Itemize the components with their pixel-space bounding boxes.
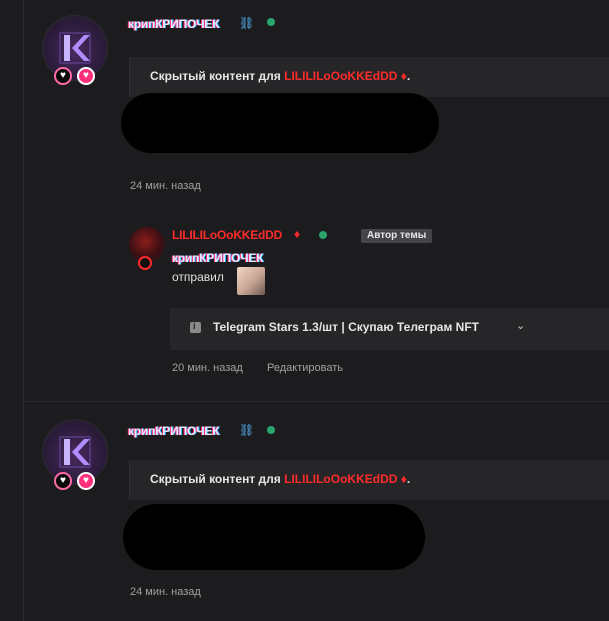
username[interactable]: крипКРИПОЧЕК xyxy=(128,424,219,438)
link-title[interactable]: Telegram Stars 1.3/шт | Скупаю Телеграм … xyxy=(213,320,479,334)
hidden-prefix: Скрытый контент для xyxy=(150,69,281,83)
link-card[interactable]: Telegram Stars 1.3/шт | Скупаю Телеграм … xyxy=(170,308,609,350)
info-icon xyxy=(190,321,201,333)
author-badge: Автор темы xyxy=(361,229,433,243)
logo-k-icon xyxy=(59,32,91,64)
link-icon: ⛓ xyxy=(239,423,255,437)
hidden-suffix: . xyxy=(406,472,411,486)
online-status-icon xyxy=(267,18,275,26)
post-time[interactable]: 24 мин. назад xyxy=(130,586,201,598)
link-icon: ⛓ xyxy=(239,16,255,30)
online-status-icon xyxy=(267,426,275,434)
hidden-content-box: Скрытый контент для LILILILoOoKKEdDD ♦. xyxy=(129,57,609,97)
logo-k-icon xyxy=(59,436,91,468)
hidden-user[interactable]: LILILILoOoKKEdDD xyxy=(284,472,397,486)
heart-badge-icon: ♥ xyxy=(54,67,72,85)
reply-message: отправил xyxy=(172,270,224,284)
reply-time[interactable]: 20 мин. назад xyxy=(172,362,243,374)
red-figure-icon: ♦ xyxy=(294,227,301,241)
sticker-image xyxy=(237,267,265,295)
hidden-content-text: Скрытый контент для LILILILoOoKKEdDD ♦. xyxy=(150,472,410,486)
hidden-content-text: Скрытый контент для LILILILoOoKKEdDD ♦. xyxy=(150,69,410,83)
heart-badge-icon: ♥ xyxy=(54,472,72,490)
heart-badge-icon: ♥ xyxy=(77,67,95,85)
reply-username[interactable]: LILILILoOoKKEdDD xyxy=(172,228,282,242)
post-2: ♥ ♥ крипКРИПОЧЕК ⛓ Скрытый контент для L… xyxy=(24,402,609,621)
avatar[interactable] xyxy=(42,15,108,81)
hidden-user[interactable]: LILILILoOoKKEdDD xyxy=(284,69,397,83)
username[interactable]: крипКРИПОЧЕК xyxy=(128,17,219,31)
redacted-blob xyxy=(123,504,425,570)
post-1: ♥ ♥ крипКРИПОЧЕК ⛓ Скрытый контент для L… xyxy=(24,0,609,401)
online-status-icon xyxy=(319,231,327,239)
reply-comment: LILILILoOoKKEdDD ♦ Автор темы крипКРИПОЧ… xyxy=(129,222,609,374)
chevron-down-icon[interactable]: ⌄ xyxy=(516,319,525,332)
edit-link[interactable]: Редактировать xyxy=(267,362,343,374)
ring-icon xyxy=(138,256,152,270)
mention-username[interactable]: крипКРИПОЧЕК xyxy=(172,251,263,265)
post-time[interactable]: 24 мин. назад xyxy=(130,180,201,192)
avatar[interactable] xyxy=(42,419,108,485)
hidden-content-box: Скрытый контент для LILILILoOoKKEdDD ♦. xyxy=(129,460,609,500)
redacted-blob xyxy=(121,93,439,153)
hidden-prefix: Скрытый контент для xyxy=(150,472,281,486)
heart-badge-icon: ♥ xyxy=(77,472,95,490)
hidden-suffix: . xyxy=(406,69,411,83)
